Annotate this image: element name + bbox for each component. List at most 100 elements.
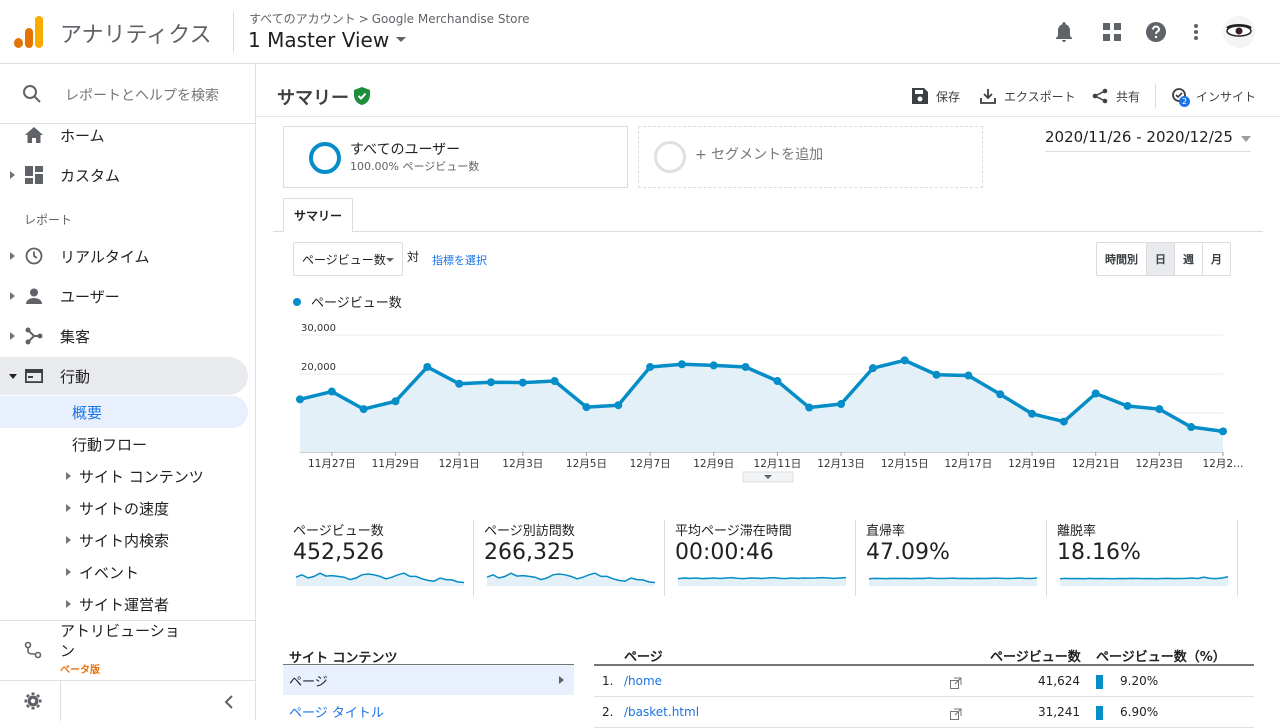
data-point	[550, 377, 559, 386]
sidebar-footer	[0, 680, 256, 721]
metric-select[interactable]: ページビュー数	[293, 242, 403, 276]
site-content-page-title-link[interactable]: ページ タイトル	[289, 702, 384, 721]
x-tick-label: 12月1日	[439, 458, 480, 470]
sidebar-item-custom[interactable]: カスタム	[0, 156, 248, 194]
bell-icon[interactable]	[1052, 20, 1076, 44]
external-link-icon[interactable]	[950, 674, 962, 693]
scorecard-label: ページ別訪問数	[484, 524, 575, 539]
site-content-page-label: ページ	[289, 674, 328, 690]
gear-icon[interactable]	[24, 692, 42, 714]
breadcrumb-account[interactable]: すべてのアカウント	[249, 12, 356, 26]
segment-all-users[interactable]: すべてのユーザー 100.00% ページビュー数	[283, 126, 628, 188]
data-point	[455, 379, 464, 388]
view-selector[interactable]: 1 Master View	[248, 28, 407, 52]
sidebar-item-label: カスタム	[60, 166, 121, 185]
breadcrumb[interactable]: すべてのアカウント > Google Merchandise Store	[249, 10, 530, 27]
granularity-hourly[interactable]: 時間別	[1097, 243, 1147, 275]
row-percent-bar	[1096, 675, 1103, 689]
x-tick-label: 12月9日	[693, 458, 734, 470]
scorecard-pageviews[interactable]: ページビュー数 452,526	[293, 520, 473, 596]
more-vert-icon[interactable]	[1184, 20, 1208, 44]
scorecard-label: 直帰率	[866, 524, 906, 539]
sidebar-item-home[interactable]: ホーム	[0, 116, 248, 154]
sidebar-subitem-site-speed[interactable]: サイトの速度	[0, 492, 248, 524]
header-divider	[233, 12, 234, 52]
sidebar-item-attribution[interactable]: アトリビューション ベータ版	[0, 620, 256, 680]
external-link-icon[interactable]	[950, 705, 962, 724]
granularity-month[interactable]: 月	[1203, 243, 1230, 275]
sidebar-subitem-site-content[interactable]: サイト コンテンツ	[0, 460, 248, 492]
tab-summary[interactable]: サマリー	[283, 198, 353, 233]
scorecard-divider	[473, 520, 474, 596]
report-search[interactable]: レポートとヘルプを検索	[0, 64, 256, 124]
scorecard-unique-pageviews[interactable]: ページ別訪問数 266,325	[484, 520, 664, 596]
sidebar-item-behavior[interactable]: 行動	[0, 357, 248, 395]
scorecard-bounce-rate[interactable]: 直帰率 47.09%	[866, 520, 1046, 596]
share-button[interactable]: 共有	[1092, 86, 1140, 106]
sparkline-line	[868, 577, 1038, 580]
sidebar-subitem-flow[interactable]: 行動フロー	[0, 428, 248, 460]
expand-arrow-icon	[10, 292, 15, 300]
scorecard-avg-time[interactable]: 平均ページ滞在時間 00:00:46	[675, 520, 855, 596]
legend-dot	[293, 297, 301, 306]
caret-down-icon	[1241, 136, 1251, 142]
scorecard-value: 18.16%	[1057, 540, 1141, 565]
date-range-text: 2020/11/26 - 2020/12/25	[1045, 128, 1233, 146]
granularity-day[interactable]: 日	[1147, 243, 1175, 275]
column-header-percent[interactable]: ページビュー数（%）	[1096, 646, 1226, 665]
row-page-link[interactable]: /basket.html	[624, 705, 699, 719]
y-tick-label: 30,000	[301, 323, 336, 334]
save-button[interactable]: 保存	[912, 86, 960, 106]
date-range-picker[interactable]: 2020/11/26 - 2020/12/25	[1045, 128, 1251, 152]
scorecard-divider	[1046, 520, 1047, 596]
add-segment-button[interactable]: + セグメントを追加	[638, 126, 983, 188]
breadcrumb-separator: >	[358, 12, 369, 26]
row-page-link[interactable]: /home	[624, 674, 662, 688]
sparkline	[486, 572, 656, 586]
sidebar-subitem-publisher[interactable]: サイト運営者	[0, 588, 248, 620]
breadcrumb-property[interactable]: Google Merchandise Store	[372, 12, 530, 26]
data-point	[868, 364, 877, 373]
avatar[interactable]	[1223, 16, 1255, 48]
granularity-week[interactable]: 週	[1175, 243, 1203, 275]
scorecard-exit-rate[interactable]: 離脱率 18.16%	[1057, 520, 1237, 596]
data-point	[327, 387, 336, 396]
sidebar-item-audience[interactable]: ユーザー	[0, 277, 248, 315]
verified-shield-icon	[354, 87, 370, 109]
analytics-logo[interactable]	[14, 16, 44, 48]
sidebar-item-acquisition[interactable]: 集客	[0, 317, 248, 355]
choose-metric-link[interactable]: 指標を選択	[432, 252, 487, 268]
sidebar-item-realtime[interactable]: リアルタイム	[0, 237, 248, 275]
export-button[interactable]: エクスポート	[980, 86, 1076, 106]
app-title: アナリティクス	[60, 23, 212, 48]
sidebar-subitem-site-search[interactable]: サイト内検索	[0, 524, 248, 556]
data-point	[1059, 417, 1068, 426]
data-point	[996, 390, 1005, 399]
sparkline-area	[296, 573, 464, 586]
logo-dot	[14, 38, 23, 48]
site-content-page-item[interactable]: ページ	[283, 665, 574, 695]
insights-badge: 2	[1179, 96, 1190, 107]
x-tick-label: 12月19日	[1008, 458, 1056, 470]
vs-label: 対	[407, 250, 420, 264]
sidebar-subitem-overview[interactable]: 概要	[0, 396, 248, 428]
sidebar-item-label: 集客	[60, 327, 91, 346]
insights-button[interactable]: 2 インサイト	[1170, 86, 1256, 107]
title-divider	[256, 116, 1280, 117]
expand-arrow-icon	[66, 600, 71, 608]
sidebar-subitem-events[interactable]: イベント	[0, 556, 248, 588]
data-point	[964, 371, 973, 380]
chevron-left-icon[interactable]	[224, 694, 234, 713]
sidebar-subitem-label: イベント	[79, 563, 140, 582]
help-icon[interactable]	[1144, 20, 1168, 44]
scorecard-label: 平均ページ滞在時間	[675, 524, 792, 539]
home-icon	[24, 125, 44, 145]
data-point	[391, 397, 400, 406]
column-header-page[interactable]: ページ	[624, 646, 663, 665]
data-point	[932, 370, 941, 379]
apps-grid-icon[interactable]	[1100, 20, 1124, 44]
column-header-pageviews[interactable]: ページビュー数	[990, 646, 1081, 665]
row-rank: 2.	[602, 705, 614, 719]
data-point	[709, 361, 718, 370]
x-tick-label: 12月15日	[881, 458, 929, 470]
